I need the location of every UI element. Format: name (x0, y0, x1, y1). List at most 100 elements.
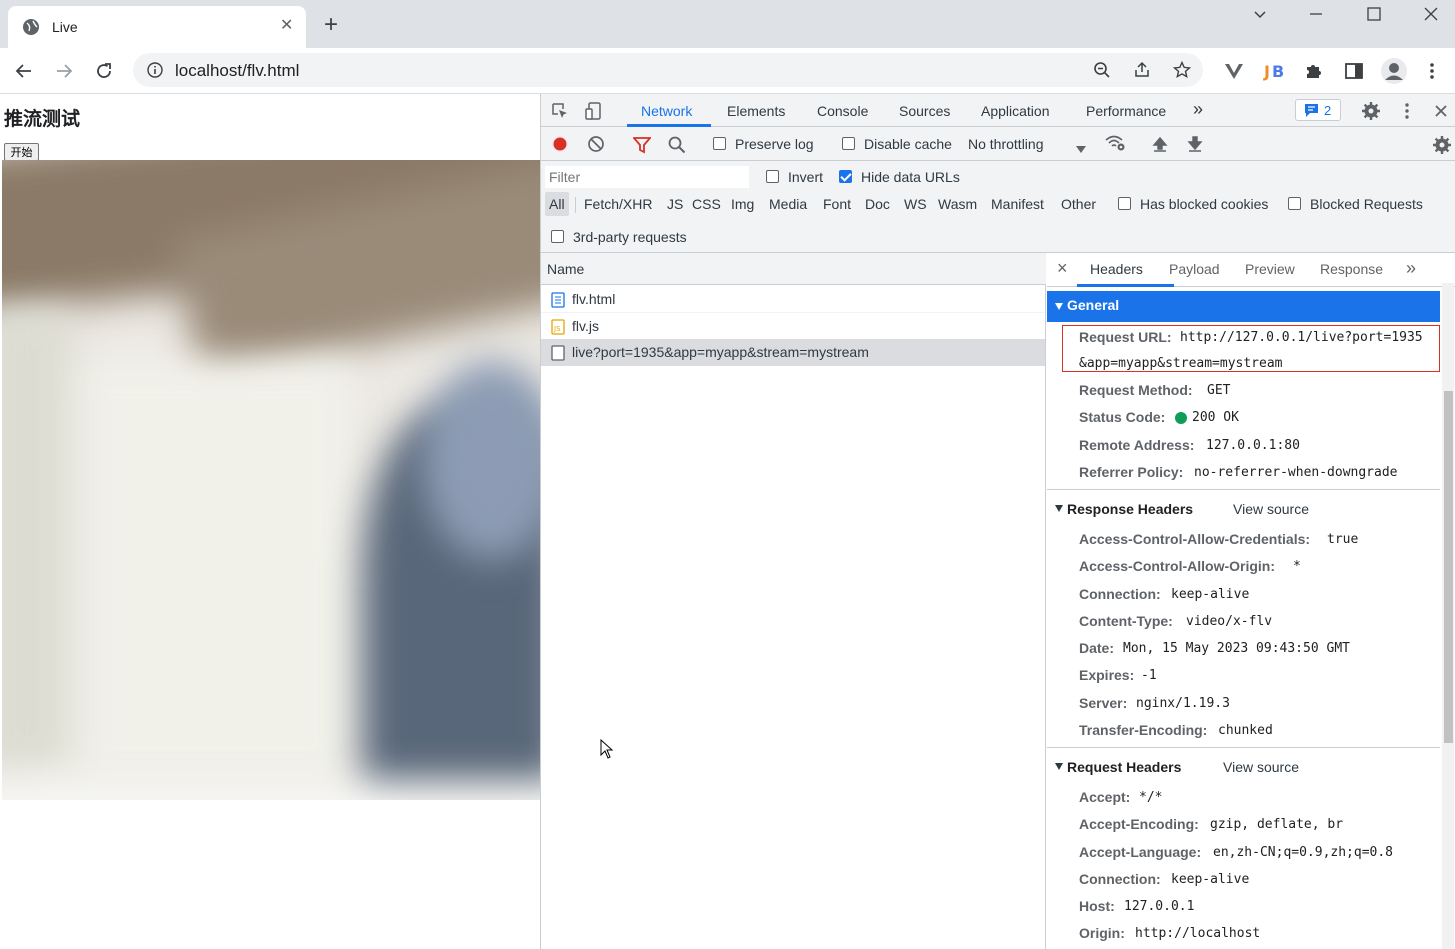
tab-elements[interactable]: Elements (727, 103, 785, 119)
web-page: 推流测试 开始 (0, 94, 540, 949)
request-row-live-stream[interactable]: live?port=1935&app=myapp&stream=mystream (541, 339, 1045, 366)
request-headers-title[interactable]: Request Headers (1067, 759, 1181, 775)
clear-icon[interactable] (587, 135, 605, 156)
tab-response[interactable]: Response (1320, 261, 1383, 277)
filter-input[interactable] (545, 166, 749, 188)
general-section-header[interactable]: General (1047, 291, 1440, 322)
type-filter-wasm[interactable]: Wasm (938, 196, 977, 212)
back-icon[interactable] (14, 61, 34, 84)
hide-data-urls-checkbox[interactable] (839, 170, 852, 183)
document-icon (551, 292, 565, 311)
import-har-icon[interactable] (1151, 135, 1169, 156)
jetbrains-extension-icon[interactable]: JB (1263, 60, 1285, 86)
request-row-flv-js[interactable]: JS flv.js (541, 313, 1045, 340)
tab-sources[interactable]: Sources (899, 103, 950, 119)
type-filter-font[interactable]: Font (823, 196, 851, 212)
close-details-button[interactable]: × (1057, 258, 1068, 279)
throttling-select[interactable]: No throttling (968, 136, 1043, 152)
minimize-icon[interactable] (1308, 6, 1324, 25)
network-settings-gear-icon[interactable] (1432, 135, 1452, 158)
export-har-icon[interactable] (1186, 135, 1204, 156)
search-icon[interactable] (668, 136, 686, 157)
filter-icon[interactable] (632, 136, 652, 157)
side-panel-icon[interactable] (1344, 61, 1364, 84)
forward-icon[interactable] (54, 61, 74, 84)
share-icon[interactable] (1133, 61, 1151, 82)
devtools-menu-icon[interactable] (1402, 102, 1412, 123)
close-tab-icon[interactable]: ✕ (280, 18, 293, 34)
third-party-checkbox[interactable] (551, 230, 564, 243)
record-icon[interactable] (551, 135, 569, 156)
request-name: flv.js (572, 318, 599, 334)
details-scrollbar[interactable] (1442, 283, 1454, 949)
issues-badge[interactable]: 2 (1295, 99, 1341, 121)
type-filter-css[interactable]: CSS (692, 196, 721, 212)
name-column-header[interactable]: Name (541, 253, 1046, 285)
address-bar[interactable]: localhost/flv.html (133, 53, 1203, 87)
profile-avatar-icon[interactable] (1380, 57, 1408, 88)
response-view-source-link[interactable]: View source (1233, 501, 1309, 517)
request-view-source-link[interactable]: View source (1223, 759, 1299, 775)
invert-checkbox[interactable] (766, 170, 779, 183)
more-detail-tabs-chevron[interactable]: » (1406, 258, 1416, 279)
dropdown-arrow-icon[interactable] (1076, 139, 1086, 157)
chrome-menu-icon[interactable] (1426, 61, 1438, 84)
request-name: flv.html (572, 291, 616, 307)
disable-cache-checkbox[interactable] (842, 137, 855, 150)
tab-network[interactable]: Network (641, 103, 692, 119)
tab-application[interactable]: Application (981, 103, 1050, 119)
type-filter-ws[interactable]: WS (904, 196, 927, 212)
new-tab-button[interactable]: + (324, 13, 338, 37)
bookmark-star-icon[interactable] (1172, 60, 1192, 82)
video-player[interactable] (2, 160, 540, 800)
reload-icon[interactable] (94, 61, 114, 84)
extensions-puzzle-icon[interactable] (1304, 61, 1324, 84)
device-toolbar-icon[interactable] (584, 101, 604, 124)
vue-extension-icon[interactable] (1224, 61, 1244, 84)
browser-tab[interactable]: Live ✕ (8, 6, 306, 48)
maximize-icon[interactable] (1366, 6, 1382, 25)
type-filter-doc[interactable]: Doc (865, 196, 890, 212)
type-filter-fetch-xhr[interactable]: Fetch/XHR (584, 196, 652, 212)
inspect-element-icon[interactable] (551, 102, 569, 123)
zoom-icon[interactable] (1093, 61, 1111, 82)
response-header-value: Mon, 15 May 2023 09:43:50 GMT (1123, 641, 1350, 656)
response-header-value: nginx/1.19.3 (1136, 696, 1230, 711)
preserve-log-checkbox[interactable] (713, 137, 726, 150)
has-blocked-cookies-checkbox[interactable] (1118, 197, 1131, 210)
tab-console[interactable]: Console (817, 103, 868, 119)
scrollbar-thumb[interactable] (1444, 391, 1453, 743)
type-filter-js[interactable]: JS (667, 196, 683, 212)
tab-performance[interactable]: Performance (1086, 103, 1166, 119)
tab-strip: Live ✕ + (0, 0, 1455, 48)
close-devtools-icon[interactable] (1434, 103, 1448, 121)
request-row-flv-html[interactable]: flv.html (541, 286, 1045, 313)
network-conditions-icon[interactable] (1104, 134, 1126, 155)
type-filter-media[interactable]: Media (769, 196, 807, 212)
referrer-policy-key: Referrer Policy: (1079, 464, 1184, 480)
expand-triangle-icon[interactable] (1055, 763, 1063, 770)
info-icon[interactable] (147, 62, 163, 81)
svg-text:J: J (1263, 62, 1270, 81)
response-header-value: chunked (1218, 723, 1273, 738)
video-frame-wall-side (2, 310, 72, 770)
tab-payload[interactable]: Payload (1169, 261, 1220, 277)
tab-title: Live (52, 19, 78, 35)
settings-gear-icon[interactable] (1361, 101, 1381, 124)
more-tabs-chevron[interactable]: » (1193, 99, 1203, 120)
type-filter-img[interactable]: Img (731, 196, 754, 212)
blocked-requests-checkbox[interactable] (1288, 197, 1301, 210)
tab-headers[interactable]: Headers (1090, 261, 1143, 277)
type-filter-other[interactable]: Other (1061, 196, 1096, 212)
disable-cache-label: Disable cache (864, 136, 952, 152)
name-header-label: Name (547, 261, 585, 277)
type-filter-all[interactable]: All (549, 196, 565, 212)
expand-triangle-icon[interactable] (1055, 505, 1063, 512)
start-button[interactable]: 开始 (4, 143, 39, 161)
tab-search-icon[interactable] (1252, 6, 1268, 25)
response-header-key: Server: (1079, 695, 1128, 711)
close-window-icon[interactable] (1423, 6, 1439, 25)
type-filter-manifest[interactable]: Manifest (991, 196, 1044, 212)
response-headers-title[interactable]: Response Headers (1067, 501, 1193, 517)
tab-preview[interactable]: Preview (1245, 261, 1295, 277)
